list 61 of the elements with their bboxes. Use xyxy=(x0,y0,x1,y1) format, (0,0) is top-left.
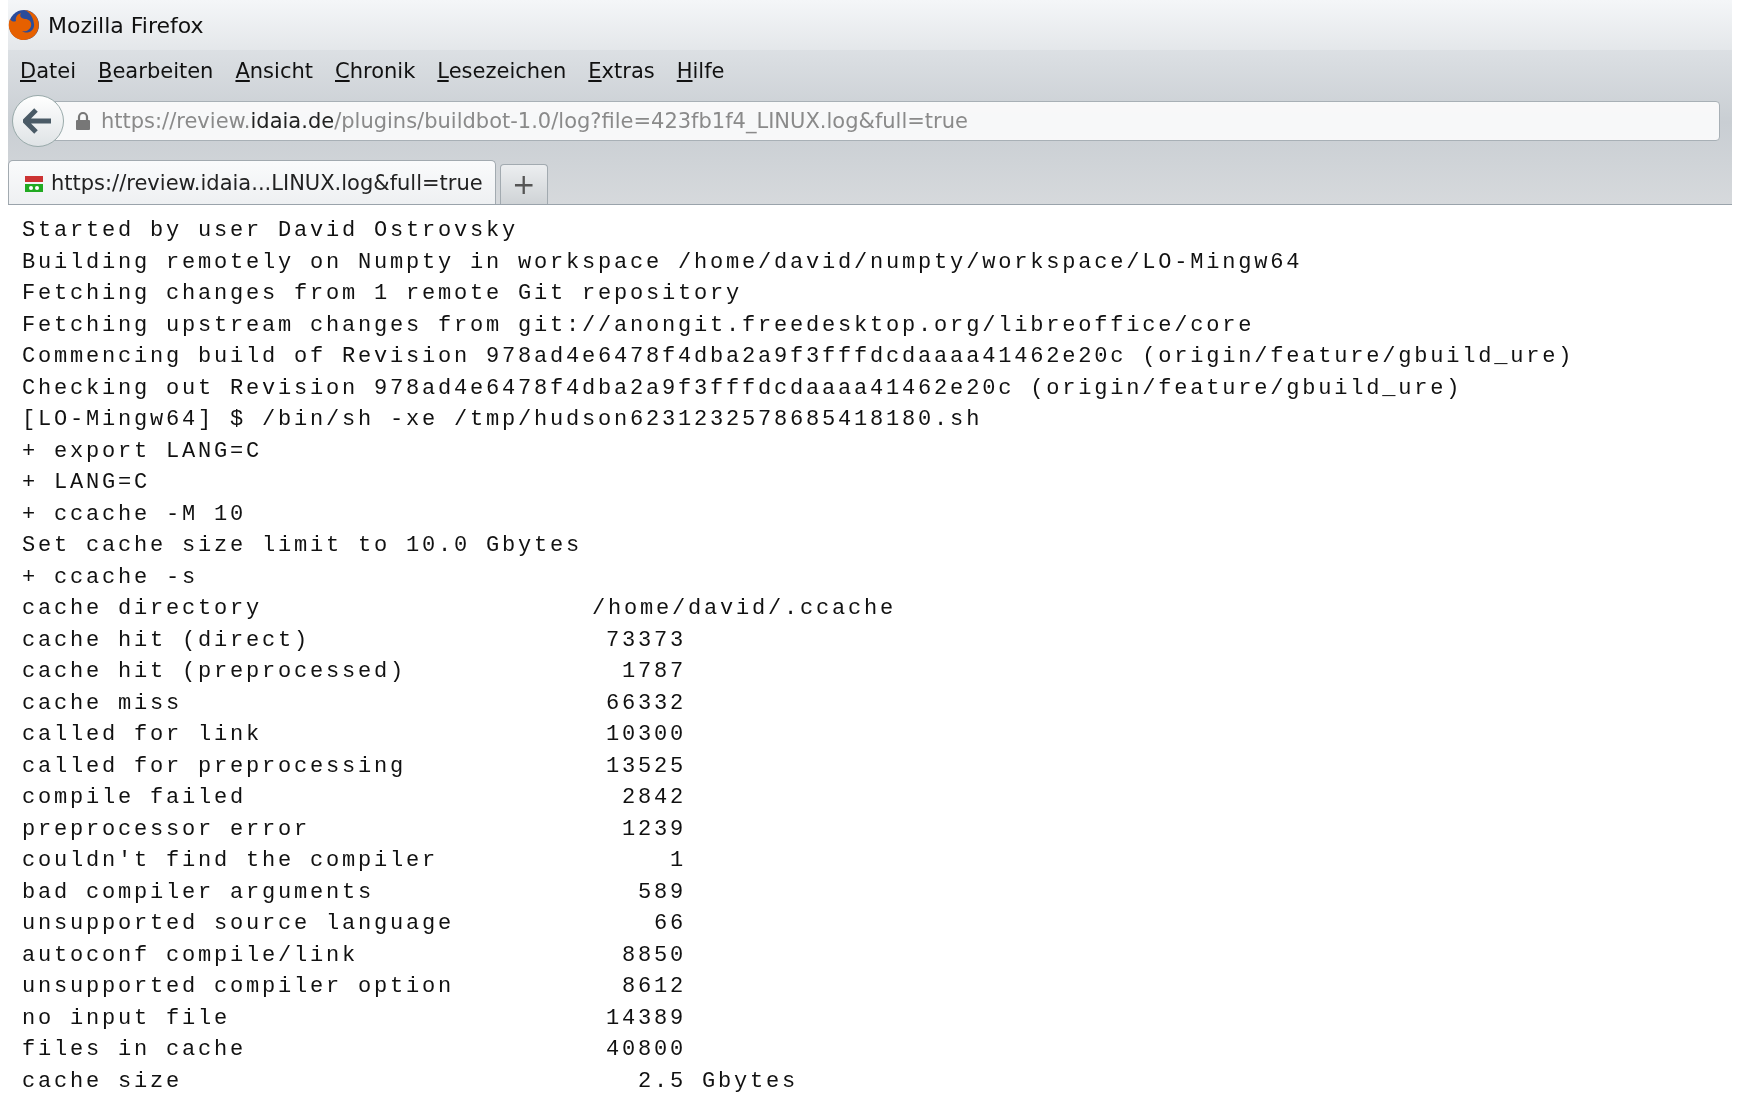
stat-label: unsupported compiler option xyxy=(22,973,456,1001)
log-line: Building remotely on Numpty in workspace /home/david/numpty/workspace/LO-Mingw64 xyxy=(22,248,1304,277)
stat-value: 10300 xyxy=(605,721,686,749)
menu-item[interactable]: Datei xyxy=(20,59,77,83)
stat-label: called for preprocessing xyxy=(22,752,408,781)
stat-value: 8612 xyxy=(621,973,686,1001)
stat-label: unsupported source language xyxy=(22,910,456,938)
log-line: + ccache -s xyxy=(22,563,200,592)
stat-value: 66332 xyxy=(605,689,686,718)
address-bar[interactable]: https://review.idaia.de/plugins/buildbot-1.0/log?file=423fb1f4_LINUX.log&full=true xyxy=(54,101,1720,141)
stat-label: preprocessor error xyxy=(22,815,312,844)
menu-item[interactable]: Bearbeiten xyxy=(98,59,214,83)
back-button[interactable] xyxy=(12,95,64,147)
stat-label: files in cache xyxy=(22,1036,248,1064)
log-line: Fetching upstream changes from git://anongit.freedesktop.org/libreoffice/core xyxy=(22,311,1256,340)
stat-label: compile failed xyxy=(22,784,248,812)
stat-value: /home/david/.ccache xyxy=(592,595,897,623)
log-line: + LANG=C xyxy=(22,469,152,497)
stat-label: cache size xyxy=(22,1067,184,1096)
stat-value: 1787 xyxy=(621,658,686,686)
stat-label: cache directory xyxy=(22,595,264,623)
stat-value: 1239 xyxy=(621,815,686,844)
stat-value: 2842 xyxy=(621,784,686,812)
menu-item[interactable]: Chronik xyxy=(335,59,416,83)
back-arrow-icon xyxy=(23,108,53,134)
stat-value: 73373 xyxy=(605,626,686,655)
url-text: https://review.idaia.de/plugins/buildbot-1.0/log?file=423fb1f4_LINUX.log&full=true xyxy=(101,109,968,133)
stat-value: 589 xyxy=(637,878,686,907)
log-line: + ccache -M 10 xyxy=(22,500,248,529)
menu-item[interactable]: Lesezeichen xyxy=(437,59,567,83)
stat-label: cache hit (preprocessed) xyxy=(22,658,408,686)
log-line: Checking out Revision 978ad4e6478f4dba2a9f3fffdcdaaaa41462e20c (origin/feature/gbuild_ure) xyxy=(22,374,1464,403)
log-line: Fetching changes from 1 remote Git repository xyxy=(22,280,744,308)
firefox-logo-icon xyxy=(8,9,40,41)
menu-item[interactable]: Hilfe xyxy=(676,59,725,83)
browser-tab[interactable]: https://review.idaia...LINUX.log&full=true xyxy=(8,160,496,204)
stat-value: 2.5 xyxy=(637,1067,686,1096)
stat-value: 13525 xyxy=(605,752,686,781)
stat-value: 1 xyxy=(669,847,686,875)
stat-value: 66 xyxy=(653,910,686,938)
stat-label: cache miss xyxy=(22,689,184,718)
stat-label: no input file xyxy=(22,1004,232,1033)
log-line: + export LANG=C xyxy=(22,437,264,466)
window-title: Mozilla Firefox xyxy=(48,12,204,38)
menu-item[interactable]: Ansicht xyxy=(235,59,313,83)
log-line: [LO-Mingw64] $ /bin/sh -xe /tmp/hudson6231232578685418180.sh xyxy=(22,406,984,434)
stat-unit: Gbytes xyxy=(702,1067,798,1096)
stat-label: autoconf compile/link xyxy=(22,941,360,970)
stat-value: 8850 xyxy=(621,941,686,970)
stat-label: bad compiler arguments xyxy=(22,878,376,907)
menu-item[interactable]: Extras xyxy=(588,59,655,83)
new-tab-button[interactable]: + xyxy=(499,164,548,204)
log-line: Commencing build of Revision 978ad4e6478f4dba2a9f3fffdcdaaaa41462e20c (origin/feature/gbuild_ure) xyxy=(22,343,1576,371)
stat-value: 40800 xyxy=(605,1036,686,1064)
stat-label: called for link xyxy=(22,721,264,749)
log-line: Set cache size limit to 10.0 Gbytes xyxy=(22,532,584,560)
stat-label: cache hit (direct) xyxy=(22,626,312,655)
log-line: Started by user David Ostrovsky xyxy=(22,217,520,245)
stat-value: 14389 xyxy=(605,1004,686,1033)
lock-icon xyxy=(75,111,91,131)
stat-label: couldn't find the compiler xyxy=(22,847,440,875)
